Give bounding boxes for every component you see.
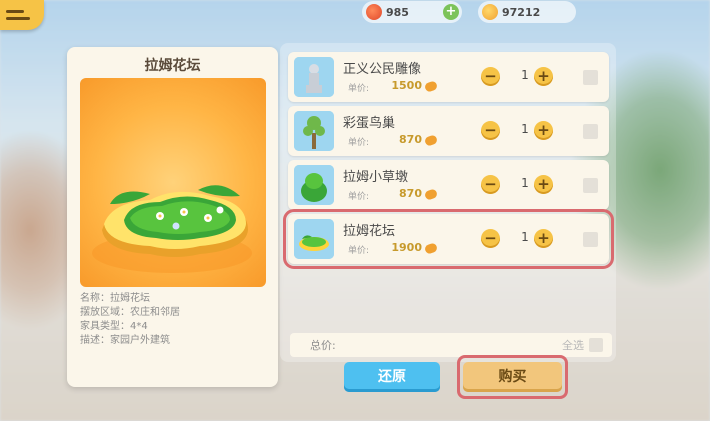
menu-button[interactable] xyxy=(0,0,44,30)
nest-tree-icon xyxy=(294,111,334,151)
detail-info-desc: 描述：家园户外建筑 xyxy=(80,335,170,346)
add-heart-coin-button[interactable]: + xyxy=(443,4,459,20)
decrease-button[interactable]: − xyxy=(481,175,500,194)
coin-icon xyxy=(423,242,439,255)
item-checkbox[interactable] xyxy=(583,70,598,85)
increase-button[interactable]: + xyxy=(534,175,553,194)
item-checkbox[interactable] xyxy=(583,232,598,247)
item-preview xyxy=(80,78,266,287)
menu-icon xyxy=(6,10,24,13)
item-price-label: 单价: xyxy=(348,192,370,202)
buy-button[interactable]: 购买 xyxy=(463,362,562,392)
heart-coin-value: 985 xyxy=(386,5,409,19)
decrease-button[interactable]: − xyxy=(481,229,500,248)
statue-icon xyxy=(294,57,334,97)
item-price: 870 xyxy=(399,187,422,200)
detail-info-area: 摆放区域：农庄和邻居 xyxy=(80,307,180,318)
item-checkbox[interactable] xyxy=(583,124,598,139)
coin-icon xyxy=(423,188,439,201)
increase-button[interactable]: + xyxy=(534,67,553,86)
total-label: 总价: xyxy=(310,339,336,352)
increase-button[interactable]: + xyxy=(534,229,553,248)
item-qty: 1 xyxy=(521,176,529,190)
item-qty: 1 xyxy=(521,68,529,82)
item-price-label: 单价: xyxy=(348,138,370,148)
item-price-label: 单价: xyxy=(348,84,370,94)
item-qty: 1 xyxy=(521,230,529,244)
grass-stool-icon xyxy=(294,165,334,205)
select-all-checkbox[interactable] xyxy=(589,338,603,352)
detail-title: 拉姆花坛 xyxy=(144,58,201,74)
coin-value: 97212 xyxy=(502,5,541,19)
coin-icon xyxy=(423,134,439,147)
item-price: 1500 xyxy=(391,79,422,92)
coin-icon xyxy=(482,4,498,20)
flower-bed-preview-icon xyxy=(92,185,252,273)
detail-info-type: 家具类型：4*4 xyxy=(80,321,148,332)
currency-heart-coin: 985 + xyxy=(362,1,462,23)
detail-info-name: 名称：拉姆花坛 xyxy=(80,293,150,304)
item-name: 拉姆小草墩 xyxy=(343,170,409,185)
heart-coin-icon xyxy=(366,4,382,20)
item-price: 870 xyxy=(399,133,422,146)
item-name: 拉姆花坛 xyxy=(343,224,396,239)
item-qty: 1 xyxy=(521,122,529,136)
item-name: 彩蛋鸟巢 xyxy=(343,116,396,131)
flower-bed-icon xyxy=(294,219,334,259)
item-price-label: 单价: xyxy=(348,246,370,256)
increase-button[interactable]: + xyxy=(534,121,553,140)
detail-info: 名称：拉姆花坛 摆放区域：农庄和邻居 家具类型：4*4 描述：家园户外建筑 xyxy=(80,292,180,348)
decrease-button[interactable]: − xyxy=(481,121,500,140)
list-item[interactable]: 拉姆小草墩 单价: 870 − 1 + xyxy=(288,160,609,210)
item-price: 1900 xyxy=(391,241,422,254)
menu-icon xyxy=(6,17,30,20)
total-bar: 总价: 全选 xyxy=(290,333,612,357)
decrease-button[interactable]: − xyxy=(481,67,500,86)
item-detail-card: 拉姆花坛 名称：拉姆花坛 摆放区域：农庄和邻居 家具类型：4*4 描述：家园户外… xyxy=(67,47,278,387)
coin-icon xyxy=(423,80,439,93)
item-checkbox[interactable] xyxy=(583,178,598,193)
currency-coin: 97212 xyxy=(478,1,576,23)
list-item[interactable]: 彩蛋鸟巢 单价: 870 − 1 + xyxy=(288,106,609,156)
select-all-label: 全选 xyxy=(562,339,584,352)
item-name: 正义公民雕像 xyxy=(343,62,422,77)
list-item-selected[interactable]: 拉姆花坛 单价: 1900 − 1 + xyxy=(283,209,614,269)
reset-button[interactable]: 还原 xyxy=(344,362,440,392)
list-item[interactable]: 正义公民雕像 单价: 1500 − 1 + xyxy=(288,52,609,102)
